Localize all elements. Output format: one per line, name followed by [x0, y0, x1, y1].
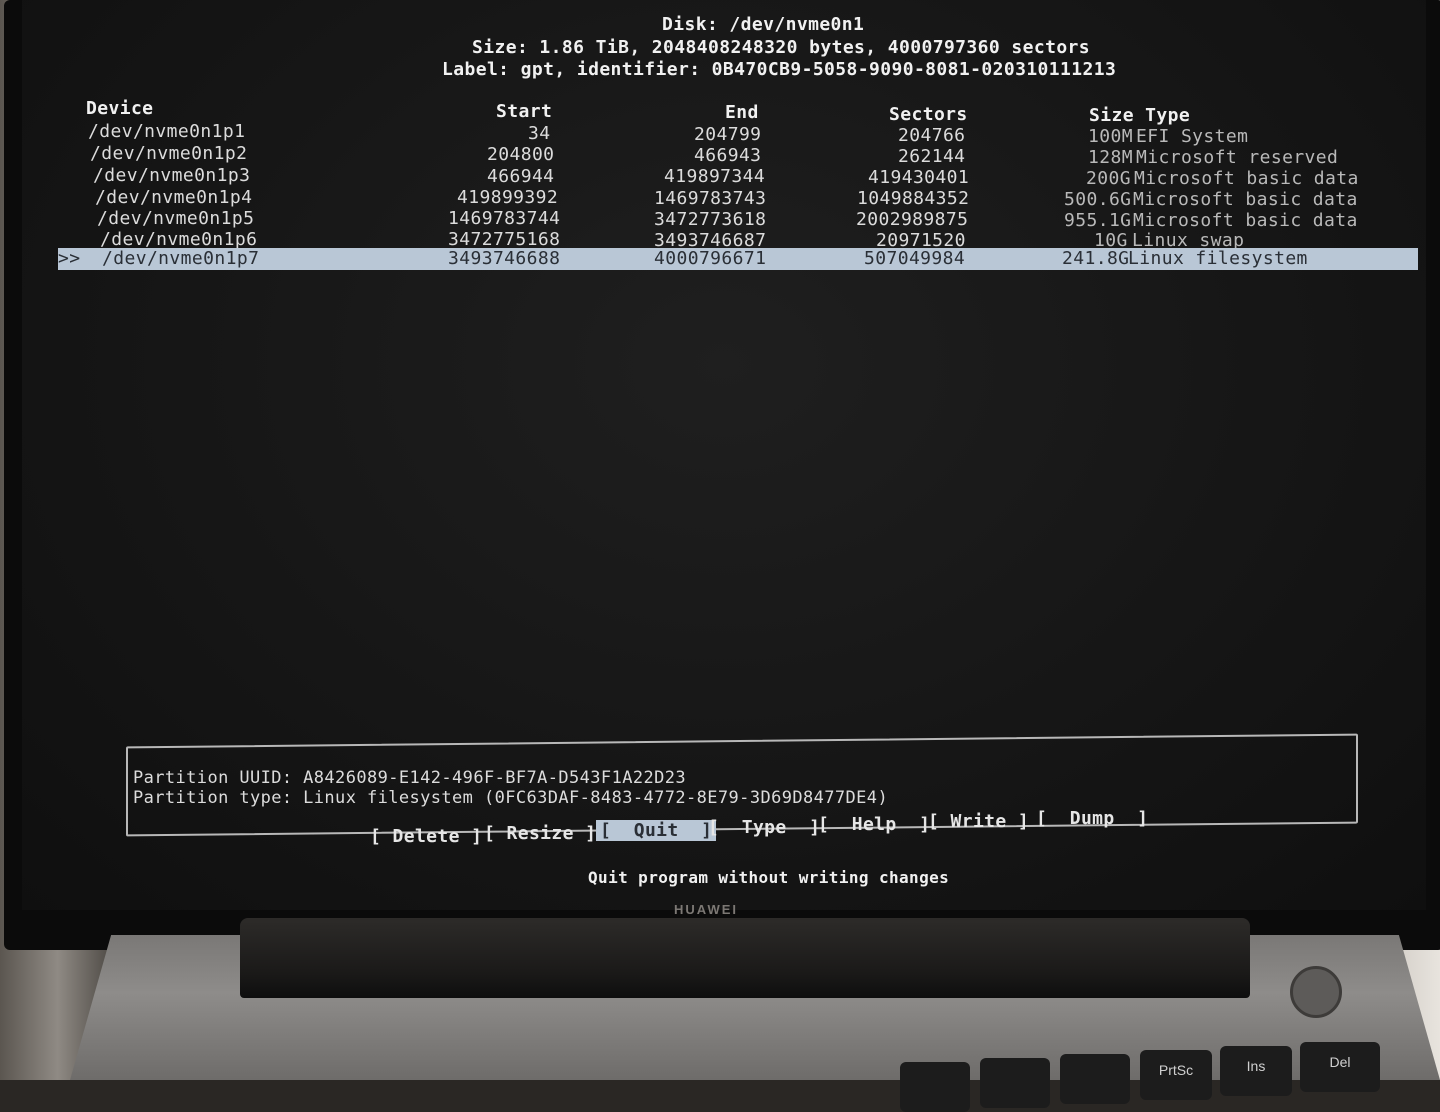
column-sectors: Sectors — [889, 104, 968, 125]
disk-size-line: Size: 1.86 TiB, 2048408248320 bytes, 400… — [472, 37, 1091, 58]
column-start: Start — [496, 101, 553, 122]
menu-hint: Quit program without writing changes — [588, 868, 950, 887]
column-end: End — [725, 102, 759, 123]
row-device: /dev/nvme0n1p6 — [100, 229, 258, 250]
column-size-type: Size Type — [1089, 105, 1191, 126]
row-type: Microsoft basic data — [1133, 210, 1358, 231]
terminal-screen: Disk: /dev/nvme0n1 Size: 1.86 TiB, 20484… — [22, 0, 1426, 910]
row-start: 34 — [528, 123, 551, 144]
brand-logo: HUAWEI — [674, 902, 738, 917]
row-sectors: 2002989875 — [856, 209, 969, 230]
row-end: 1469783743 — [654, 188, 767, 209]
row-size: 100M — [1088, 126, 1133, 147]
disk-label-line: Label: gpt, identifier: 0B470CB9-5058-90… — [442, 59, 1117, 80]
key-ins[interactable]: Ins — [1220, 1046, 1292, 1096]
row-start: 204800 — [487, 144, 555, 165]
row-end: 204799 — [694, 124, 762, 145]
row-device: /dev/nvme0n1p5 — [97, 208, 255, 229]
menu-write-button[interactable]: [ Write ] — [928, 811, 1029, 832]
row-size: 955.1G — [1064, 210, 1132, 231]
row-type: Microsoft reserved — [1136, 147, 1339, 168]
partition-type-line: Partition type: Linux filesystem (0FC63D… — [133, 788, 889, 808]
row-device: /dev/nvme0n1p1 — [88, 121, 246, 142]
key-f10[interactable] — [1060, 1054, 1130, 1104]
row-type: Microsoft basic data — [1133, 189, 1358, 210]
row-start: 1469783744 — [448, 208, 561, 229]
partition-row-p7-selected[interactable]: >> /dev/nvme0n1p7 3493746688 4000796671 … — [58, 248, 1418, 270]
row-end: 3472773618 — [654, 209, 767, 230]
menu-delete-button[interactable]: [ Delete ] — [370, 826, 482, 847]
row-type: EFI System — [1136, 126, 1249, 147]
row-start: 3472775168 — [448, 229, 561, 250]
row-size: 241.8G — [1062, 248, 1130, 269]
power-button[interactable] — [1290, 966, 1342, 1018]
row-sectors: 204766 — [898, 125, 966, 146]
row-device: /dev/nvme0n1p7 — [102, 248, 260, 269]
row-size: 500.6G — [1064, 189, 1132, 210]
key-del[interactable]: Del — [1300, 1042, 1380, 1092]
column-device: Device — [86, 98, 154, 119]
menu-dump-button[interactable]: [ Dump ] — [1036, 808, 1148, 829]
row-sectors: 507049984 — [864, 248, 966, 269]
menu-resize-button[interactable]: [ Resize ] — [484, 823, 596, 844]
menu-quit-button[interactable]: [ Quit ] — [596, 820, 717, 841]
menu-type-button[interactable]: [ Type ] — [708, 817, 820, 838]
key-prtsc[interactable]: PrtSc — [1140, 1050, 1212, 1100]
row-sectors: 419430401 — [868, 167, 970, 188]
row-start: 466944 — [487, 166, 555, 187]
key-f9[interactable] — [980, 1058, 1050, 1108]
row-size: 200G — [1086, 168, 1131, 189]
laptop-hinge — [240, 918, 1250, 998]
menu-help-button[interactable]: [ Help ] — [818, 814, 930, 835]
row-type: Linux filesystem — [1128, 248, 1308, 269]
row-device: /dev/nvme0n1p2 — [90, 143, 248, 164]
row-size: 128M — [1088, 147, 1133, 168]
partition-uuid-line: Partition UUID: A8426089-E142-496F-BF7A-… — [133, 768, 687, 788]
row-end: 466943 — [694, 145, 762, 166]
row-device: /dev/nvme0n1p4 — [95, 187, 253, 208]
row-device: /dev/nvme0n1p3 — [93, 165, 251, 186]
row-end: 4000796671 — [654, 248, 767, 269]
key-f8[interactable] — [900, 1062, 970, 1112]
row-end: 419897344 — [664, 166, 766, 187]
laptop-bezel: Disk: /dev/nvme0n1 Size: 1.86 TiB, 20484… — [4, 0, 1440, 950]
row-sectors: 262144 — [898, 146, 966, 167]
row-start: 419899392 — [457, 187, 559, 208]
disk-title: Disk: /dev/nvme0n1 — [662, 14, 865, 35]
row-start: 3493746688 — [448, 248, 561, 269]
selection-marker: >> — [58, 248, 81, 269]
row-sectors: 1049884352 — [857, 188, 970, 209]
row-type: Microsoft basic data — [1134, 168, 1359, 189]
